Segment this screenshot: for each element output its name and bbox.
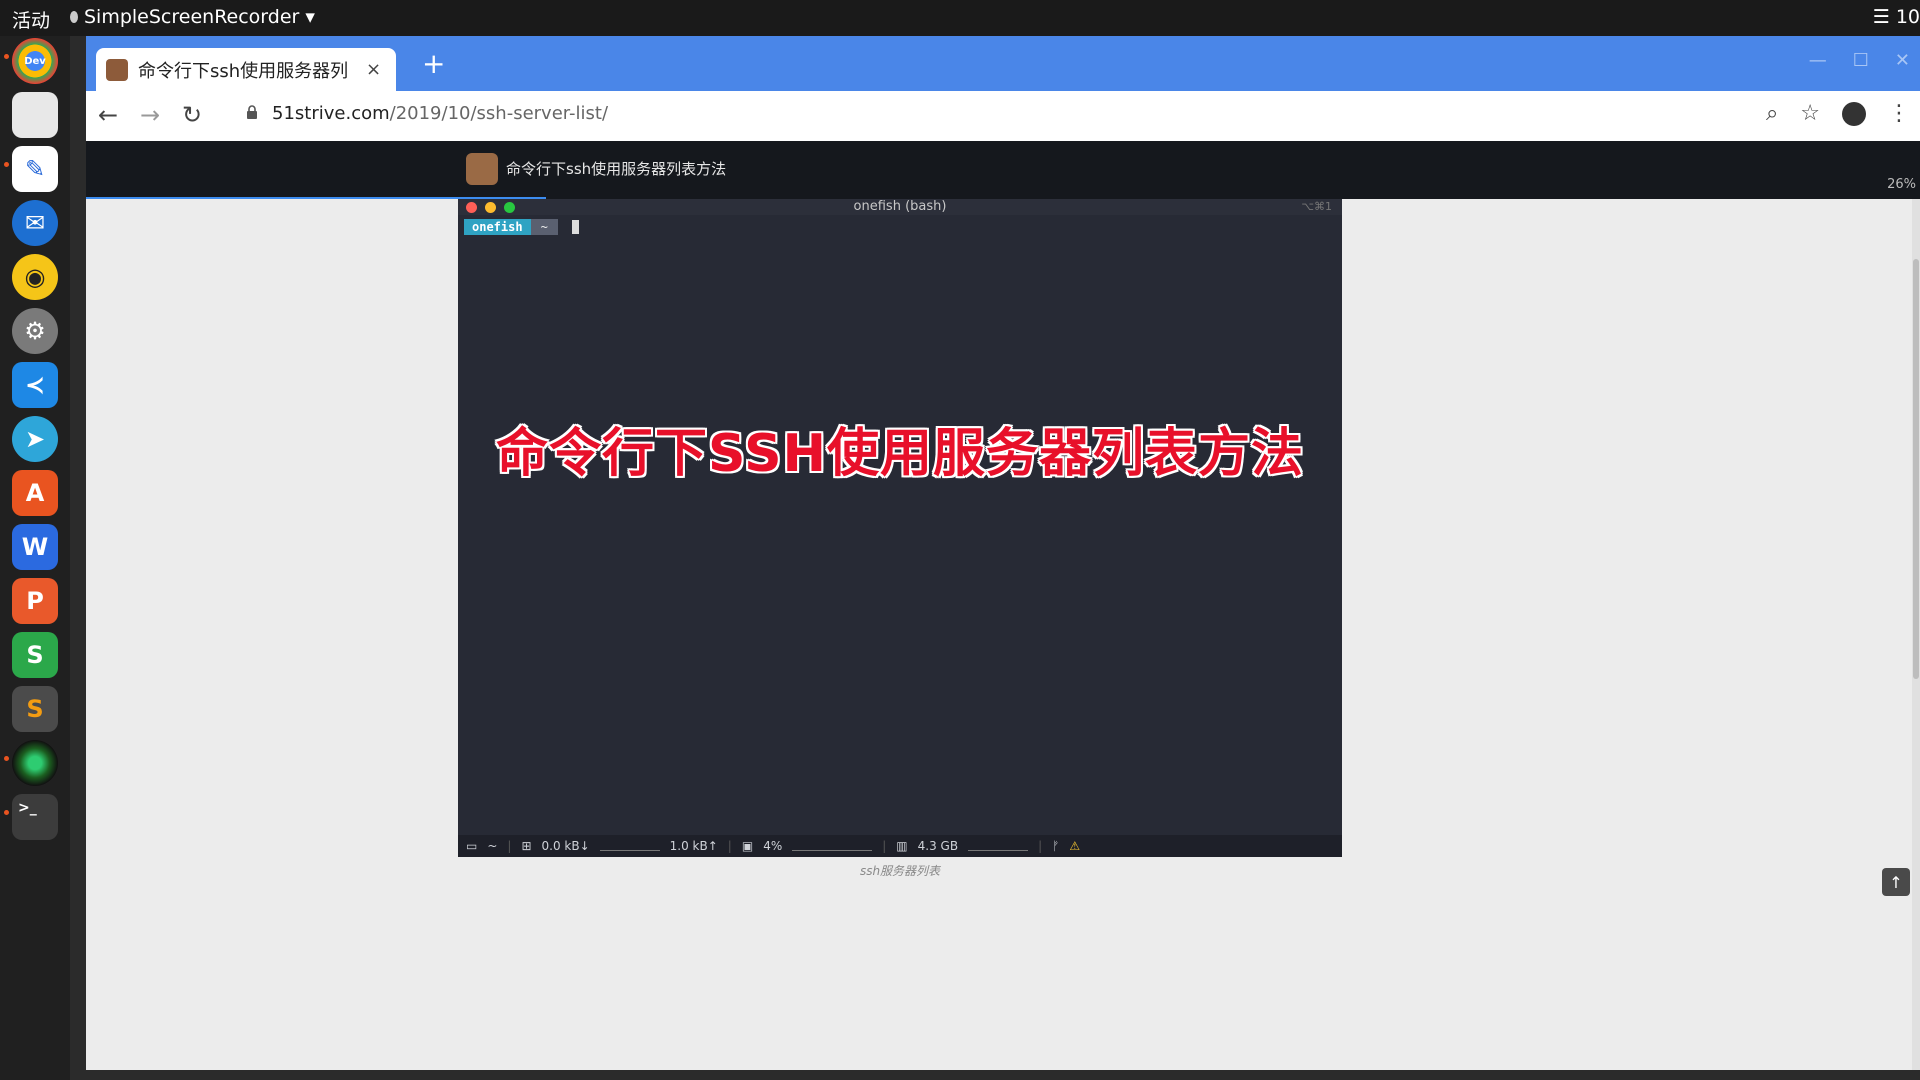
new-tab-button[interactable]: + [422,50,445,78]
screen-recorder-icon[interactable] [12,740,58,786]
close-tab-icon[interactable]: × [366,59,381,80]
cpu-sparkline [792,842,873,851]
reload-icon[interactable]: ↻ [182,101,202,129]
terminal-titlebar: onefish (bash) ⌥⌘1 [458,199,1342,215]
status-cpu: 4% [763,839,783,853]
browser-window: 命令行下ssh使用服务器列 × + — ☐ ✕ ← → ↻ 51strive.c… [86,36,1920,1070]
prompt-dir: ~ [530,219,558,235]
status-memory: 4.3 GB [917,839,959,853]
status-dir: ~ [487,839,498,853]
download-sparkline [599,842,660,851]
activities-button[interactable]: 活动 [12,6,50,33]
settings-icon[interactable]: ⚙ [12,308,58,354]
lock-icon [247,105,257,119]
terminal-statusbar: ▭ ~ | ⊞ 0.0 kB↓ 1.0 kB↑ | ▣ 4% | ▥ 4.3 G… [458,835,1342,857]
system-status[interactable]: ☰ 10 [1873,6,1920,28]
running-indicator [4,162,9,167]
site-avatar[interactable] [466,153,498,185]
wps-presentation-icon[interactable]: P [12,578,58,624]
software-center-icon[interactable]: A [12,470,58,516]
memory-icon: ▥ [896,839,908,853]
read-progress-percent: 26% [1887,177,1916,192]
wps-writer-icon[interactable]: W [12,524,58,570]
scrollbar-thumb[interactable] [1913,259,1919,679]
warning-icon: ⚠ [1069,839,1081,853]
zoom-icon[interactable]: ⌕ [1766,101,1778,126]
memory-sparkline [968,842,1029,851]
terminal-icon[interactable]: >_ [12,794,58,840]
address-bar[interactable]: 51strive.com/2019/10/ssh-server-list/ [272,103,608,124]
favicon-icon [106,58,128,81]
sublime-text-icon[interactable]: S [12,686,58,732]
vscode-icon[interactable]: ≺ [12,362,58,408]
app-menu-label: SimpleScreenRecorder [84,6,300,28]
scroll-to-top-button[interactable]: ↑ [1882,868,1910,896]
running-indicator [4,54,9,59]
app-indicator-icon [70,11,78,23]
minimize-icon[interactable]: — [1809,50,1827,71]
app-menu[interactable]: SimpleScreenRecorder ▾ [70,6,315,28]
site-article-title[interactable]: 命令行下ssh使用服务器列表方法 [506,158,726,179]
forward-arrow-icon[interactable]: → [140,101,160,129]
url-path: /2019/10/ssh-server-list/ [389,103,609,124]
kebab-menu-icon[interactable]: ⋮ [1888,101,1910,126]
chevron-down-icon: ▾ [305,6,315,28]
page-scrollbar[interactable] [1912,199,1920,1070]
url-domain: 51strive.com [272,103,390,124]
status-download: 0.0 kB↓ [541,839,590,853]
browser-tab[interactable]: 命令行下ssh使用服务器列 × [96,48,396,91]
running-indicator [4,756,9,761]
browser-toolbar: ← → ↻ 51strive.com/2019/10/ssh-server-li… [86,91,1920,142]
files-icon[interactable] [12,92,58,138]
bookmark-star-icon[interactable]: ☆ [1800,101,1820,126]
wps-spreadsheet-icon[interactable]: S [12,632,58,678]
telegram-icon[interactable]: ➤ [12,416,58,462]
tab-title: 命令行下ssh使用服务器列 [138,60,349,82]
back-arrow-icon[interactable]: ← [98,101,118,129]
terminal-shortcut: ⌥⌘1 [1301,200,1332,213]
shell-prompt: onefish ~ [464,219,579,235]
site-header: 命令行下ssh使用服务器列表方法 26% [86,141,1920,199]
terminal-title: onefish (bash) [853,199,947,214]
top-bar: 活动 SimpleScreenRecorder ▾ ☰ 10 [0,0,1920,36]
text-cursor [571,220,579,234]
overlay-title: 命令行下SSH使用服务器列表方法 [495,424,1305,484]
running-indicator [4,810,9,815]
window-controls: — ☐ ✕ [1809,50,1910,71]
tab-strip: 命令行下ssh使用服务器列 × + — ☐ ✕ [86,36,1920,91]
network-icon: ⊞ [521,839,532,853]
dock: Dev ✎ ✉ ◉ ⚙ ≺ ➤ A W P S S >_ [0,36,70,1080]
image-caption: ssh服务器列表 [859,864,941,878]
maximize-icon[interactable]: ☐ [1853,50,1869,71]
desktop-bottom [70,1070,1920,1080]
close-window-icon[interactable]: ✕ [1895,50,1910,71]
toolbar-actions: ⌕ ☆ ⋮ [1766,101,1910,126]
prompt-user: onefish [464,219,531,235]
folder-icon: ▭ [466,839,478,853]
rhythmbox-icon[interactable]: ◉ [12,254,58,300]
text-editor-icon[interactable]: ✎ [12,146,58,192]
profile-avatar[interactable] [1842,101,1866,126]
chrome-dev-icon[interactable]: Dev [12,38,58,84]
cpu-icon: ▣ [741,839,754,853]
status-upload: 1.0 kB↑ [669,839,718,853]
git-branch-icon: ᚠ [1052,839,1060,853]
terminal-screenshot: onefish (bash) ⌥⌘1 onefish ~ 命令行下SSH使用服务… [458,199,1342,857]
thunderbird-icon[interactable]: ✉ [12,200,58,246]
